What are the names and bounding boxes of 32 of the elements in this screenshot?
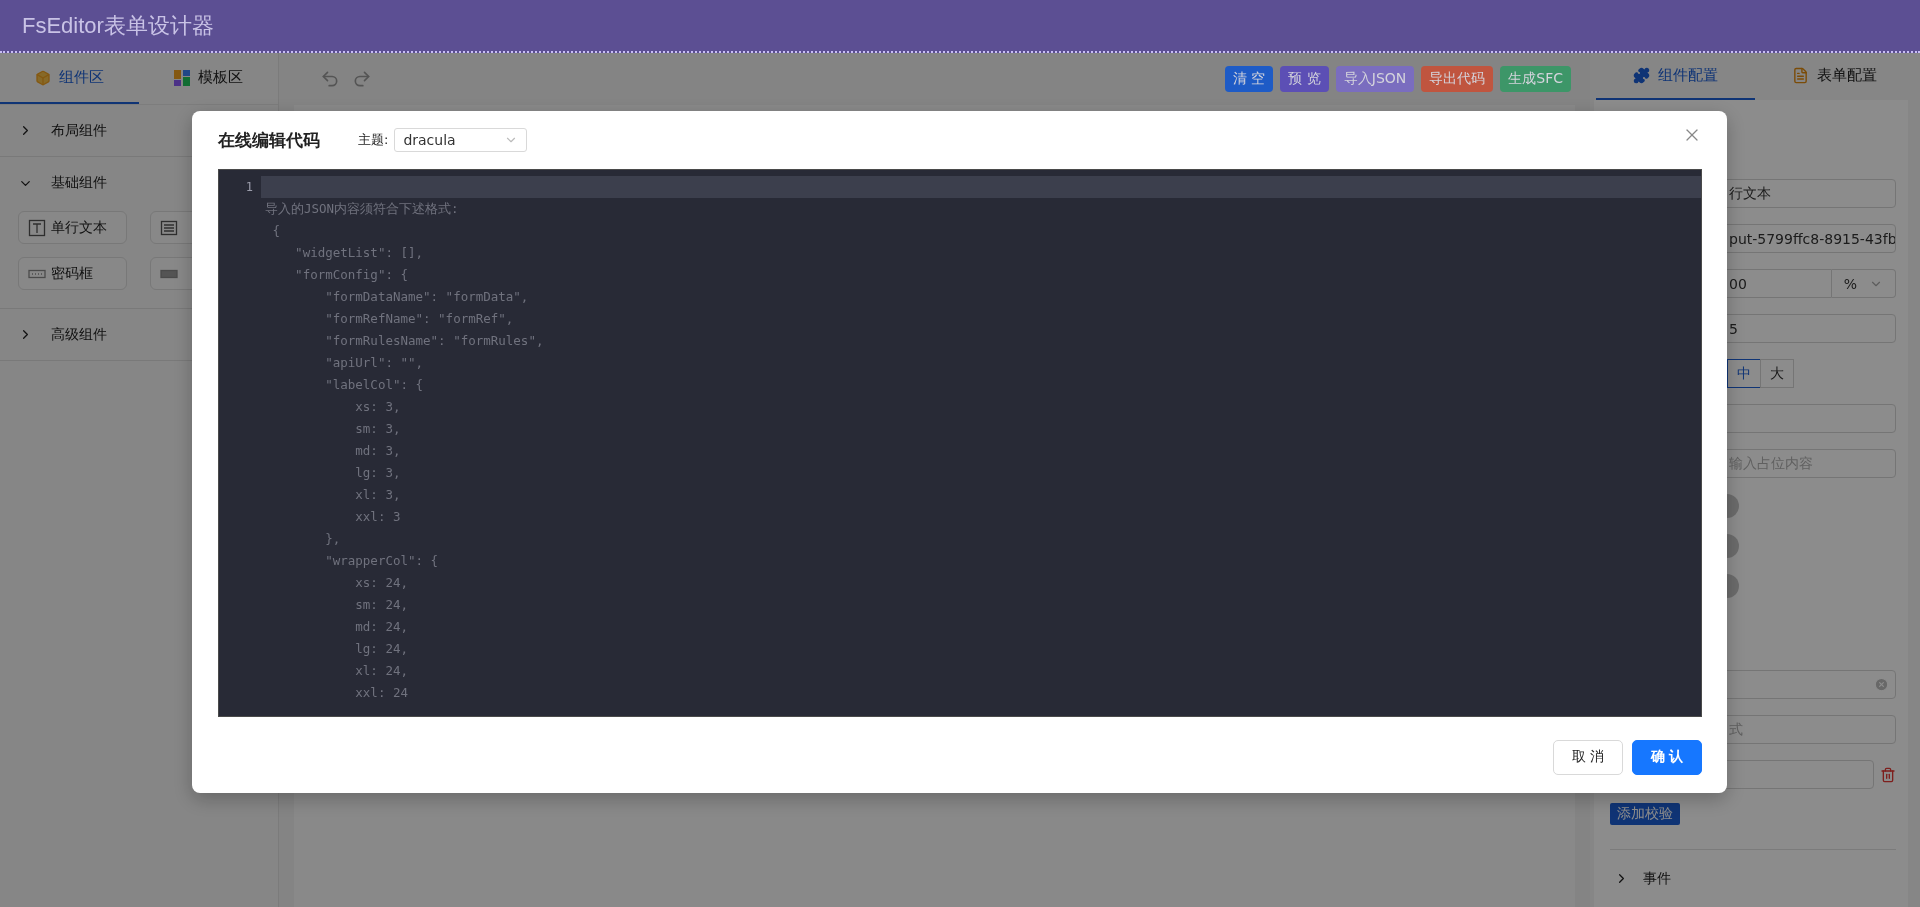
theme-select[interactable]: dracula bbox=[394, 128, 528, 152]
clear-icon[interactable] bbox=[1874, 677, 1889, 692]
panel-tab[interactable]: 表单配置 bbox=[1755, 53, 1914, 100]
blocks-icon bbox=[174, 69, 190, 86]
theme-label: 主题: bbox=[358, 131, 389, 149]
redo-icon[interactable] bbox=[352, 69, 372, 89]
toolbar-button[interactable]: 导出代码 bbox=[1421, 66, 1494, 92]
cancel-button[interactable]: 取 消 bbox=[1553, 739, 1623, 775]
size-option[interactable]: 中 bbox=[1727, 359, 1761, 388]
size-option[interactable]: 大 bbox=[1760, 359, 1794, 388]
toolbar-button[interactable]: 导入JSON bbox=[1335, 66, 1415, 92]
toolbar-button[interactable]: 预 览 bbox=[1280, 66, 1329, 92]
undo-icon[interactable] bbox=[320, 69, 340, 89]
collapse-header[interactable]: 事件 bbox=[1610, 849, 1896, 907]
unit-select[interactable]: % bbox=[1832, 269, 1896, 298]
panel-tab[interactable]: 模板区 bbox=[139, 53, 278, 104]
document-icon bbox=[1792, 67, 1809, 84]
cube-icon bbox=[35, 69, 51, 86]
app-title: FsEditor表单设计器 bbox=[22, 11, 214, 40]
password-icon bbox=[28, 268, 46, 279]
trash-icon[interactable] bbox=[1880, 766, 1896, 783]
toolbar-button[interactable]: 清 空 bbox=[1224, 66, 1274, 92]
component-item[interactable]: 单行文本 bbox=[18, 211, 127, 244]
add-rule-button[interactable]: 添加校验 bbox=[1610, 803, 1680, 825]
puzzle-icon bbox=[1633, 67, 1650, 84]
textarea-icon bbox=[160, 218, 178, 237]
number-field-icon bbox=[160, 268, 178, 279]
component-item[interactable]: 密码框 bbox=[18, 257, 127, 290]
confirm-button[interactable]: 确 认 bbox=[1632, 739, 1702, 775]
text-field-icon bbox=[28, 218, 46, 237]
panel-tab[interactable]: 组件区 bbox=[0, 53, 139, 104]
line-number: 1 bbox=[244, 179, 253, 196]
